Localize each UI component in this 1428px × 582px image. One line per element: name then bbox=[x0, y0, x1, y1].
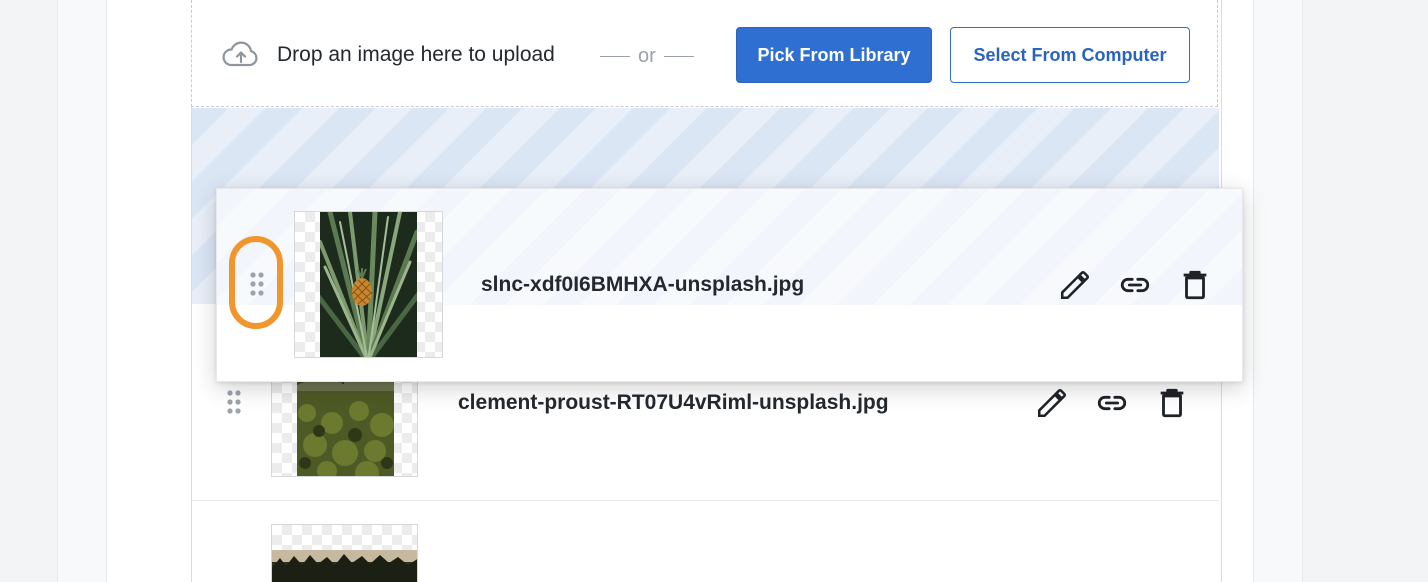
separator-line-right bbox=[663, 55, 694, 57]
dropzone-text: Drop an image here to upload bbox=[277, 43, 555, 66]
delete-icon[interactable] bbox=[1178, 268, 1212, 302]
edit-icon[interactable] bbox=[1035, 386, 1069, 420]
pick-from-library-button[interactable]: Pick From Library bbox=[736, 27, 932, 83]
edit-icon[interactable] bbox=[1058, 268, 1092, 302]
drag-handle-highlight bbox=[229, 236, 283, 329]
link-icon[interactable] bbox=[1118, 268, 1152, 302]
link-icon[interactable] bbox=[1095, 386, 1129, 420]
forest-landscape-image bbox=[272, 550, 417, 582]
image-thumbnail[interactable] bbox=[294, 211, 443, 358]
separator-line-left bbox=[600, 55, 630, 57]
cloud-upload-icon bbox=[222, 41, 258, 67]
or-separator: or bbox=[600, 43, 694, 69]
image-thumbnail[interactable] bbox=[271, 524, 418, 582]
delete-icon[interactable] bbox=[1155, 386, 1189, 420]
drag-handle-icon[interactable] bbox=[225, 389, 243, 417]
select-from-computer-button[interactable]: Select From Computer bbox=[950, 27, 1190, 83]
image-filename: slnc-xdf0I6BMHXA-unsplash.jpg bbox=[481, 273, 805, 296]
pineapple-plant-image bbox=[320, 212, 417, 357]
or-text: or bbox=[638, 44, 656, 67]
image-filename: clement-proust-RT07U4vRiml-unsplash.jpg bbox=[458, 391, 889, 414]
